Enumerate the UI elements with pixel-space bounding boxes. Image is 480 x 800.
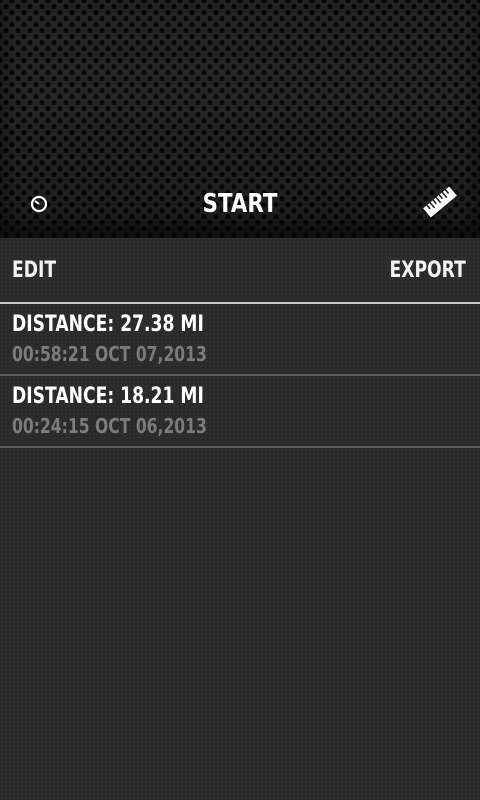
run-list-item[interactable]: DISTANCE: 18.21 MI 00:24:15 OCT 06,2013 [0, 376, 480, 448]
run-duration-date: 00:24:15 OCT 06,2013 [12, 414, 207, 438]
edit-button[interactable]: EDIT [12, 252, 56, 288]
list-toolbar: EDIT EXPORT [0, 238, 480, 302]
start-button[interactable]: START [174, 182, 305, 226]
export-button[interactable]: EXPORT [390, 252, 466, 288]
run-distance: DISTANCE: 18.21 MI [12, 384, 204, 409]
ruler-icon-graphic [423, 186, 457, 218]
timer-icon-graphic [30, 195, 48, 213]
run-list-item[interactable]: DISTANCE: 27.38 MI 00:58:21 OCT 07,2013 [0, 304, 480, 376]
run-list: DISTANCE: 27.38 MI 00:58:21 OCT 07,2013 … [0, 304, 480, 448]
run-duration-date: 00:58:21 OCT 07,2013 [12, 342, 207, 366]
app-screen: START EDIT EXPORT DISTANCE: 27.38 MI 00:… [0, 0, 480, 800]
run-distance: DISTANCE: 27.38 MI [12, 312, 204, 337]
timer-icon[interactable] [26, 190, 52, 216]
ruler-icon[interactable] [418, 180, 462, 224]
start-button-label: START [202, 189, 278, 219]
